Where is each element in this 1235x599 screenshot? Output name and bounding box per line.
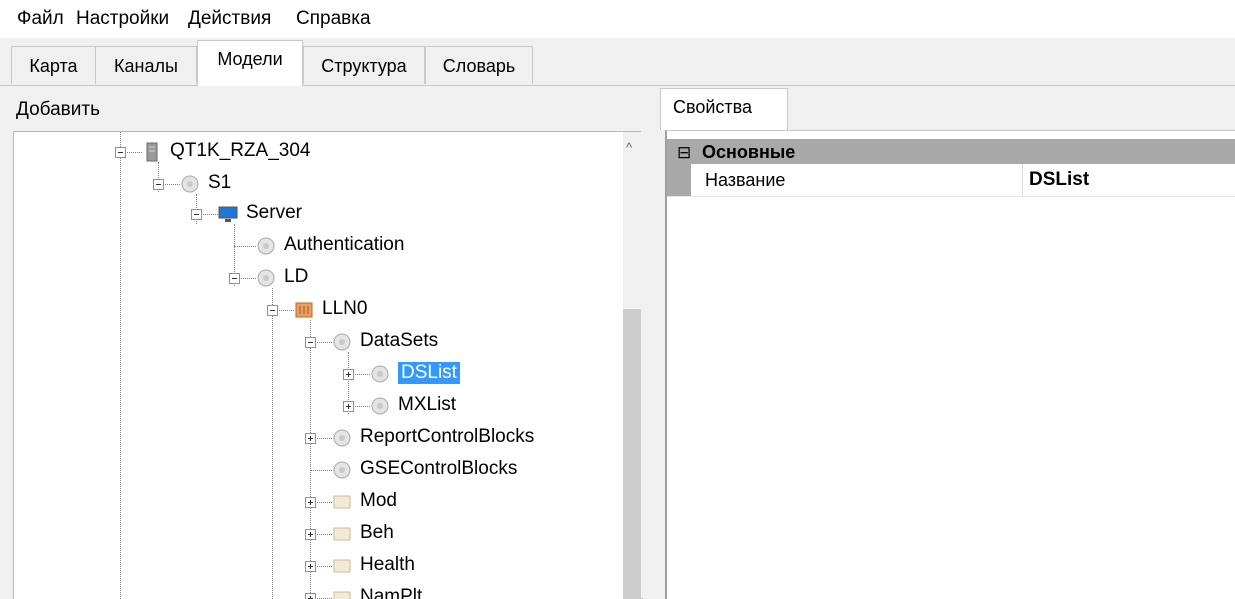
tree-node-label: NamPlt <box>360 586 423 599</box>
collapse-icon[interactable] <box>153 179 164 190</box>
data-object-icon <box>332 524 352 544</box>
tree-node-namplt[interactable]: NamPlt <box>14 583 614 599</box>
menu-help[interactable]: Справка <box>296 8 371 30</box>
tree-node-label: MXList <box>398 394 457 415</box>
tree-node-label: Beh <box>360 522 394 543</box>
data-object-icon <box>332 492 352 512</box>
monitor-icon <box>218 204 238 224</box>
node-icon <box>180 174 200 194</box>
tree-node-lln0[interactable]: LLN0 <box>14 295 614 325</box>
add-button[interactable]: Добавить <box>16 99 100 121</box>
tree-line <box>310 470 332 471</box>
tree-node-gsecontrolblocks[interactable]: GSEControlBlocks <box>14 455 614 485</box>
tab-bar-divider <box>0 85 1235 86</box>
expand-icon[interactable] <box>305 593 316 599</box>
property-divider <box>1022 164 1023 196</box>
tree-node-health[interactable]: Health <box>14 551 614 581</box>
tree-node-label: Authentication <box>284 234 405 255</box>
model-tree[interactable]: QT1K_RZA_304 S1 Server Authentication LD LLN0… <box>13 131 643 599</box>
collapse-icon[interactable] <box>115 147 126 158</box>
tree-node-label: ReportControlBlocks <box>360 426 535 447</box>
tree-node-label: QT1K_RZA_304 <box>170 140 311 161</box>
tree-node-label: GSEControlBlocks <box>360 458 518 479</box>
collapse-icon[interactable] <box>229 273 240 284</box>
tree-node-label: Health <box>360 554 415 575</box>
expand-icon[interactable] <box>305 561 316 572</box>
expand-icon[interactable] <box>305 497 316 508</box>
expand-icon[interactable] <box>343 401 354 412</box>
category-main[interactable]: ⊟ Основные <box>667 139 1235 164</box>
node-icon <box>332 460 352 480</box>
property-value[interactable]: DSList <box>1029 169 1089 191</box>
property-gutter <box>667 164 691 196</box>
expand-icon[interactable] <box>305 433 316 444</box>
scroll-up-icon[interactable]: ^ <box>626 140 632 155</box>
menu-file[interactable]: Файл <box>17 8 64 30</box>
tree-node-label: S1 <box>208 172 232 193</box>
tree-node-beh[interactable]: Beh <box>14 519 614 549</box>
tree-node-reportcontrolblocks[interactable]: ReportControlBlocks <box>14 423 614 453</box>
property-name: Название <box>705 170 786 190</box>
tab-channels[interactable]: Каналы <box>95 46 197 84</box>
tree-node-server[interactable]: Server <box>14 199 614 229</box>
tree-scrollbar[interactable]: ^ <box>623 132 642 599</box>
collapse-icon[interactable]: ⊟ <box>677 143 691 163</box>
collapse-icon[interactable] <box>305 337 316 348</box>
device-icon <box>142 142 162 162</box>
tree-node-qt1k_rza_304[interactable]: QT1K_RZA_304 <box>14 137 614 167</box>
expand-icon[interactable] <box>305 529 316 540</box>
tree-node-authentication[interactable]: Authentication <box>14 231 614 261</box>
logical-node-icon <box>294 300 314 320</box>
menu-settings[interactable]: Настройки <box>76 8 169 30</box>
tree-node-label: DataSets <box>360 330 439 351</box>
category-label: Основные <box>702 142 796 162</box>
collapse-icon[interactable] <box>191 209 202 220</box>
collapse-icon[interactable] <box>267 305 278 316</box>
node-icon <box>332 332 352 352</box>
menu-actions[interactable]: Действия <box>188 8 271 30</box>
tree-node-label: Server <box>246 202 302 223</box>
panel-splitter[interactable] <box>641 87 655 598</box>
node-icon <box>370 364 390 384</box>
tab-map[interactable]: Карта <box>11 46 96 84</box>
tree-node-mod[interactable]: Mod <box>14 487 614 517</box>
tree-node-label: DSList <box>398 362 460 384</box>
tree-node-s1[interactable]: S1 <box>14 169 614 199</box>
add-toolbar: Добавить <box>0 87 655 131</box>
tree-node-label: LD <box>284 266 309 287</box>
tree-node-datasets[interactable]: DataSets <box>14 327 614 357</box>
scroll-thumb[interactable] <box>623 309 642 599</box>
data-object-icon <box>332 556 352 576</box>
expand-icon[interactable] <box>343 369 354 380</box>
tree-node-label: Mod <box>360 490 397 511</box>
property-grid <box>665 130 1235 599</box>
tree-line <box>234 246 256 247</box>
menu-bar: Файл Настройки Действия Справка <box>0 0 1235 38</box>
property-row-name[interactable]: Название DSList <box>667 164 1235 197</box>
node-icon <box>370 396 390 416</box>
node-icon <box>256 268 276 288</box>
tab-structure[interactable]: Структура <box>303 46 425 84</box>
tree-node-ld[interactable]: LD <box>14 263 614 293</box>
tab-dictionary[interactable]: Словарь <box>425 46 533 84</box>
tree-node-mxlist[interactable]: MXList <box>14 391 614 421</box>
tab-properties[interactable]: Свойства <box>660 88 788 130</box>
tab-models[interactable]: Модели <box>197 40 303 86</box>
tree-node-label: LLN0 <box>322 298 368 319</box>
data-object-icon <box>332 588 352 599</box>
node-icon <box>332 428 352 448</box>
node-icon <box>256 236 276 256</box>
tree-node-dslist[interactable]: DSList <box>14 359 614 389</box>
